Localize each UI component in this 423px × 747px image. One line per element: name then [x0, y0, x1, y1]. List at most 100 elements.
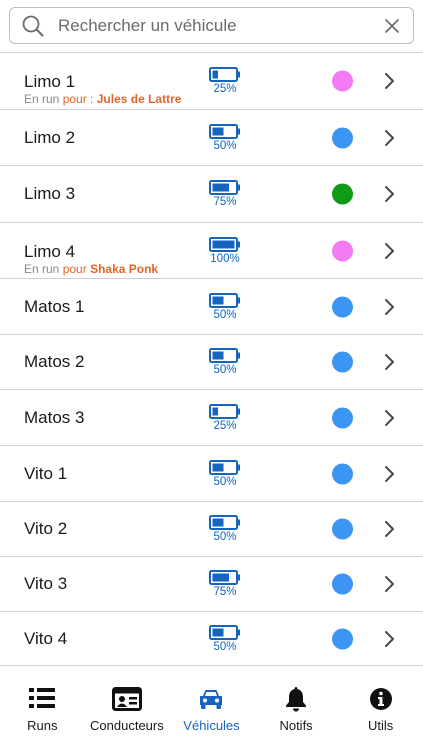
chevron-right-icon[interactable] — [383, 298, 397, 316]
nav-item-notifs[interactable]: Notifs — [254, 666, 339, 747]
battery-icon — [209, 123, 241, 139]
battery-percent: 25% — [213, 83, 237, 95]
battery-indicator: 50% — [208, 348, 242, 376]
vehicle-list: Limo 1 En run pour : Jules de Lattre 25% Li… — [0, 52, 423, 664]
vehicle-name: Limo 2 — [24, 127, 76, 147]
battery-indicator: 25% — [208, 403, 242, 432]
chevron-right-icon[interactable] — [383, 353, 397, 371]
battery-icon — [209, 515, 241, 530]
battery-percent: 50% — [213, 364, 237, 376]
status-dot — [332, 628, 353, 650]
vehicle-row[interactable]: Matos 3 25% — [0, 389, 423, 445]
status-dot — [332, 296, 353, 317]
run-driver-name: Jules de Lattre — [96, 92, 182, 106]
chevron-right-icon[interactable] — [383, 129, 397, 147]
battery-indicator: 50% — [208, 123, 242, 152]
battery-indicator: 25% — [208, 67, 242, 95]
vehicle-name: Matos 1 — [24, 296, 85, 316]
status-dot — [332, 70, 353, 92]
battery-percent: 50% — [213, 641, 237, 653]
chevron-right-icon[interactable] — [383, 575, 397, 593]
battery-icon — [209, 67, 241, 82]
status-dot — [332, 240, 353, 261]
run-info: En run pour Shaka Ponk — [24, 262, 158, 276]
vehicle-row[interactable]: Limo 2 50% — [0, 109, 423, 165]
clear-search-icon[interactable] — [381, 15, 403, 37]
chevron-right-icon[interactable] — [383, 185, 397, 203]
list-icon — [29, 686, 56, 712]
nav-item-runs[interactable]: Runs — [0, 666, 85, 747]
nav-item-vehicules[interactable]: Véhicules — [169, 666, 254, 747]
vehicle-row[interactable]: Vito 1 50% — [0, 445, 423, 501]
vehicle-name: Vito 3 — [24, 574, 68, 593]
chevron-right-icon[interactable] — [383, 72, 397, 90]
battery-icon — [209, 292, 241, 308]
battery-indicator: 50% — [208, 625, 242, 653]
battery-indicator: 50% — [208, 515, 242, 543]
chevron-right-icon[interactable] — [383, 465, 397, 483]
vehicle-name: Vito 2 — [24, 519, 68, 538]
vehicle-row[interactable]: Vito 3 75% — [0, 556, 423, 611]
battery-indicator: 75% — [208, 570, 242, 598]
status-dot — [332, 463, 353, 484]
battery-icon — [209, 625, 241, 640]
vehicle-name: Matos 3 — [24, 407, 85, 427]
vehicle-name: Limo 4 — [24, 242, 76, 261]
vehicle-row[interactable]: Limo 1 En run pour : Jules de Lattre 25% — [0, 52, 423, 109]
battery-percent: 50% — [213, 308, 237, 321]
nav-item-label: Véhicules — [183, 718, 240, 733]
chevron-right-icon[interactable] — [383, 242, 397, 260]
bell-icon — [284, 686, 308, 712]
battery-percent: 50% — [213, 475, 237, 488]
vehicle-name: Limo 1 — [24, 72, 76, 91]
battery-indicator: 75% — [208, 180, 242, 208]
battery-percent: 75% — [213, 586, 237, 598]
run-info: En run pour : Jules de Lattre — [24, 92, 181, 106]
battery-icon — [209, 403, 241, 419]
bottom-nav: Runs Conducteurs Véhicules Notifs Utils — [0, 665, 423, 747]
status-dot — [332, 573, 353, 595]
run-driver-name: Shaka Ponk — [90, 262, 159, 276]
vehicle-name: Limo 3 — [24, 184, 76, 203]
id-card-icon — [111, 686, 142, 712]
chevron-right-icon[interactable] — [383, 520, 397, 538]
nav-item-conducteurs[interactable]: Conducteurs — [85, 666, 170, 747]
run-pour: pour — [62, 262, 87, 276]
status-dot — [332, 351, 353, 373]
search-input[interactable] — [58, 15, 381, 36]
nav-item-utils[interactable]: Utils — [338, 666, 423, 747]
nav-item-label: Notifs — [279, 718, 313, 733]
chevron-right-icon[interactable] — [383, 409, 397, 427]
battery-percent: 25% — [213, 419, 237, 432]
battery-icon — [209, 459, 241, 475]
battery-icon — [209, 180, 241, 195]
vehicle-row[interactable]: Limo 3 75% — [0, 165, 423, 222]
run-label: En run — [24, 262, 60, 276]
battery-percent: 75% — [213, 196, 237, 208]
vehicle-row[interactable]: Limo 4 En run pour Shaka Ponk 100% — [0, 222, 423, 278]
battery-percent: 50% — [213, 139, 237, 152]
nav-item-label: Utils — [368, 718, 394, 733]
vehicle-name: Matos 2 — [24, 352, 85, 371]
status-dot — [332, 183, 353, 205]
vehicle-row[interactable]: Vito 2 50% — [0, 501, 423, 556]
info-icon — [369, 686, 393, 712]
nav-item-label: Conducteurs — [90, 718, 164, 733]
battery-percent: 50% — [213, 531, 237, 543]
battery-indicator: 50% — [208, 292, 242, 321]
vehicle-row[interactable]: Matos 2 50% — [0, 334, 423, 389]
status-dot — [332, 127, 353, 148]
battery-icon — [209, 348, 241, 363]
vehicle-row[interactable]: Vito 4 50% — [0, 611, 423, 664]
battery-indicator: 50% — [208, 459, 242, 488]
search-icon — [22, 15, 44, 37]
status-dot — [332, 518, 353, 540]
battery-icon — [209, 236, 241, 252]
chevron-right-icon[interactable] — [383, 630, 397, 648]
vehicle-row[interactable]: Matos 1 50% — [0, 278, 423, 334]
battery-percent: 100% — [210, 252, 240, 265]
run-label: En run — [24, 92, 60, 106]
nav-item-label: Runs — [27, 718, 58, 733]
battery-indicator: 100% — [208, 236, 242, 265]
vehicle-name: Vito 1 — [24, 463, 68, 483]
